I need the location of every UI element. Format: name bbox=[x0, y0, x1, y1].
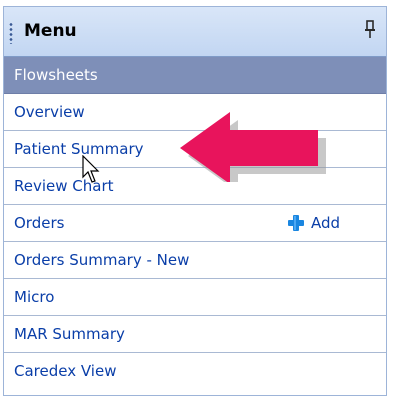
menu-item-orders-summary-new[interactable]: Orders Summary - New bbox=[4, 242, 386, 279]
menu-title: Menu bbox=[24, 21, 77, 41]
menu-item-review-chart[interactable]: Review Chart bbox=[4, 168, 386, 205]
menu-item-label: Overview bbox=[14, 103, 85, 121]
menu-item-label: Orders Summary - New bbox=[14, 251, 190, 269]
menu-item-patient-summary[interactable]: Patient Summary bbox=[4, 131, 386, 168]
menu-item-label: Review Chart bbox=[14, 177, 114, 195]
menu-item-flowsheets[interactable]: Flowsheets bbox=[4, 57, 386, 94]
pin-icon[interactable] bbox=[362, 19, 378, 41]
menu-item-label: Flowsheets bbox=[14, 66, 98, 84]
menu-item-label: Micro bbox=[14, 288, 55, 306]
menu-panel: Menu Flowsheets Overview Patient Summary… bbox=[3, 6, 387, 396]
plus-icon bbox=[288, 215, 304, 231]
grip-icon[interactable] bbox=[9, 22, 13, 44]
menu-item-caredex-view[interactable]: Caredex View bbox=[4, 353, 386, 390]
menu-header: Menu bbox=[4, 7, 386, 57]
menu-item-label: Orders bbox=[14, 214, 65, 232]
add-order-button[interactable]: Add bbox=[287, 205, 340, 241]
menu-item-orders[interactable]: Orders Add bbox=[4, 205, 386, 242]
add-label: Add bbox=[311, 214, 341, 232]
menu-item-overview[interactable]: Overview bbox=[4, 94, 386, 131]
menu-item-micro[interactable]: Micro bbox=[4, 279, 386, 316]
menu-item-label: Caredex View bbox=[14, 362, 117, 380]
menu-item-label: Patient Summary bbox=[14, 140, 144, 158]
menu-item-mar-summary[interactable]: MAR Summary bbox=[4, 316, 386, 353]
menu-item-label: MAR Summary bbox=[14, 325, 125, 343]
